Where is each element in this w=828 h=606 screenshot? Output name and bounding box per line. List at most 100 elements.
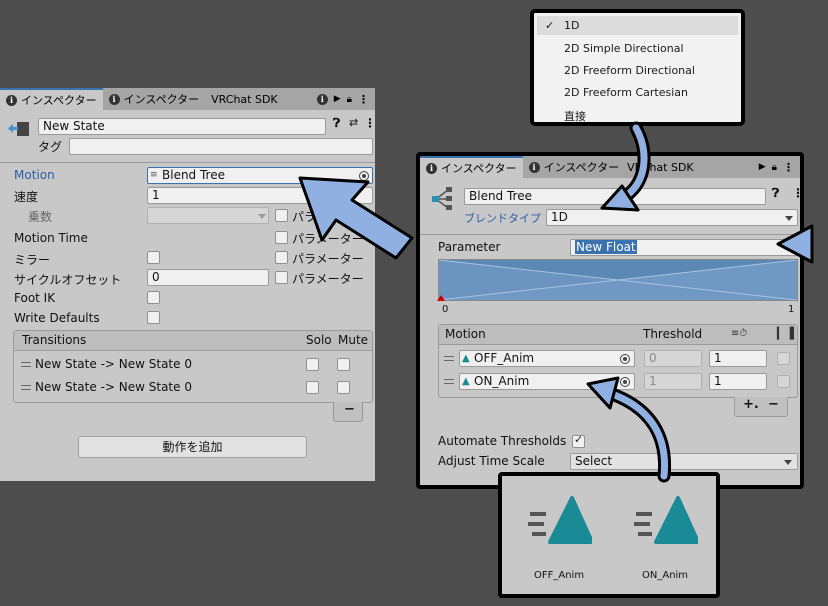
blend-tree-name-field[interactable]: Blend Tree <box>464 188 766 205</box>
scroll-right-icon[interactable]: ▶ <box>334 94 341 104</box>
lock-icon[interactable]: 🔒︎ <box>347 94 352 105</box>
help-icon[interactable]: ❓︎ <box>772 186 779 201</box>
preset-icon[interactable]: ⇄ <box>349 116 358 129</box>
add-behaviour-button[interactable]: 動作を追加 <box>78 436 307 458</box>
asset-label: ON_Anim <box>642 570 689 581</box>
more-icon[interactable]: ⋮ <box>783 161 794 174</box>
mirror-checkbox[interactable] <box>147 251 160 264</box>
tab-label: インスペクター <box>123 93 200 106</box>
more-icon[interactable]: ⋮ <box>358 93 369 106</box>
transition-label: New State -> New State 0 <box>35 357 192 371</box>
on-anim-asset[interactable]: ON_Anim <box>626 488 706 588</box>
foot-ik-checkbox[interactable] <box>147 291 160 304</box>
header-divider <box>420 234 800 235</box>
info-icon[interactable]: i <box>316 93 328 105</box>
right-tab-vrchat-sdk[interactable]: VRChat SDK <box>625 156 700 178</box>
tab-label: インスペクター <box>543 161 620 174</box>
parameter-label: パラメーター <box>292 210 364 224</box>
multiplier-dropdown <box>147 207 269 224</box>
remove-motion-button[interactable]: − <box>768 397 779 412</box>
parameter-dropdown[interactable]: New Float <box>570 239 800 256</box>
drag-handle-icon[interactable] <box>21 362 31 367</box>
mirror-parameter-checkbox[interactable] <box>275 251 288 264</box>
foot-ik-label: Foot IK <box>14 291 56 305</box>
more-icon[interactable]: ⋮ <box>792 186 800 200</box>
adjust-time-scale-label: Adjust Time Scale <box>438 454 545 468</box>
solo-checkbox[interactable] <box>306 381 319 394</box>
tag-label: タグ <box>38 140 63 154</box>
left-tab-bar: i インスペクター i インスペクター VRChat SDK i ▶ 🔒︎ ⋮ <box>0 88 375 110</box>
threshold-field: 0 <box>644 350 702 367</box>
adjust-time-scale-dropdown[interactable]: Select <box>570 453 798 470</box>
drag-handle-icon[interactable] <box>444 356 454 361</box>
right-tab-inspector-1[interactable]: i インスペクター <box>420 156 523 178</box>
motion-list-footer: +. − <box>734 397 788 417</box>
graph-max-label: 1 <box>788 304 795 315</box>
more-icon[interactable]: ⋮ <box>364 116 376 130</box>
left-tab-inspector-1[interactable]: i インスペクター <box>0 88 103 110</box>
object-picker-icon[interactable] <box>620 354 630 364</box>
left-tab-inspector-2[interactable]: i インスペクター <box>103 88 206 110</box>
state-name-field[interactable]: New State <box>38 118 326 135</box>
add-motion-button[interactable]: +. <box>743 397 759 412</box>
motion-field[interactable]: ≡ Blend Tree <box>147 167 373 184</box>
mute-checkbox[interactable] <box>337 358 350 371</box>
blend-type-dropdown[interactable]: 1D <box>546 209 798 226</box>
time-scale-field[interactable]: 1 <box>709 350 767 367</box>
state-icon <box>8 120 30 140</box>
menu-item-1d[interactable]: 1D <box>564 19 579 32</box>
transition-row[interactable]: New State -> New State 0 <box>14 355 372 375</box>
motion-row[interactable]: ▲ ON_Anim 1 1 <box>439 372 797 392</box>
help-icon[interactable]: ❓︎ <box>333 116 340 131</box>
threshold-header: Threshold <box>643 327 703 341</box>
anim-clip-icon <box>634 496 698 544</box>
blend-tree-icon <box>430 186 454 212</box>
info-icon: i <box>6 94 17 106</box>
automate-thresholds-checkbox[interactable] <box>572 433 585 448</box>
asset-label: OFF_Anim <box>534 570 585 581</box>
menu-item-direct[interactable]: 直接 <box>564 108 586 124</box>
menu-item-2d-freeform-cartesian[interactable]: 2D Freeform Cartesian <box>564 86 688 99</box>
write-defaults-checkbox[interactable] <box>147 311 160 324</box>
chevron-down-icon <box>785 216 793 221</box>
scroll-right-icon[interactable]: ▶ <box>759 162 766 172</box>
speed-field[interactable]: 1 <box>147 187 373 204</box>
motion-time-parameter-checkbox[interactable] <box>275 231 288 244</box>
drag-handle-icon[interactable] <box>444 379 454 384</box>
multiplier-parameter-checkbox[interactable] <box>275 209 288 222</box>
solo-checkbox[interactable] <box>306 358 319 371</box>
transitions-title: Transitions <box>22 333 87 347</box>
menu-item-2d-freeform-directional[interactable]: 2D Freeform Directional <box>564 64 695 77</box>
cycle-offset-parameter-checkbox[interactable] <box>275 271 288 284</box>
drag-handle-icon[interactable] <box>21 385 31 390</box>
menu-item-2d-simple-directional[interactable]: 2D Simple Directional <box>564 42 684 55</box>
left-tab-vrchat-sdk[interactable]: VRChat SDK <box>205 88 284 110</box>
graph-min-label: 0 <box>442 304 449 315</box>
cycle-offset-field[interactable]: 0 <box>147 269 269 286</box>
blend-type-label: ブレンドタイプ <box>464 212 541 225</box>
info-icon: i <box>426 162 437 174</box>
parameter-label: パラメーター <box>292 232 364 246</box>
lock-icon[interactable]: 🔒︎ <box>772 162 777 173</box>
mute-checkbox[interactable] <box>337 381 350 394</box>
motion-clip-field[interactable]: ▲ OFF_Anim <box>459 350 635 367</box>
motion-object-picker-icon[interactable] <box>359 171 369 181</box>
graph-marker-icon[interactable] <box>437 295 445 301</box>
blend-graph <box>438 259 798 301</box>
mirror-checkbox <box>777 375 790 388</box>
right-tab-inspector-2[interactable]: i インスペクター <box>523 156 626 178</box>
off-anim-asset[interactable]: OFF_Anim <box>520 488 600 588</box>
motion-clip-field[interactable]: ▲ ON_Anim <box>459 373 635 390</box>
transition-row[interactable]: New State -> New State 0 <box>14 378 372 398</box>
mirror-checkbox <box>777 352 790 365</box>
motion-row[interactable]: ▲ OFF_Anim 0 1 <box>439 349 797 369</box>
remove-transition-button[interactable]: − <box>344 402 355 417</box>
motion-list-header: Motion Threshold ≡⏱︎ ▎▐ <box>439 325 797 345</box>
motion-field-value: Blend Tree <box>162 168 225 182</box>
object-picker-icon[interactable] <box>620 377 630 387</box>
anim-clip-icon: ▲ <box>462 376 470 387</box>
parameter-label: パラメーター <box>292 272 364 286</box>
info-icon: i <box>528 161 540 173</box>
time-scale-field[interactable]: 1 <box>709 373 767 390</box>
tag-field[interactable] <box>69 138 373 155</box>
